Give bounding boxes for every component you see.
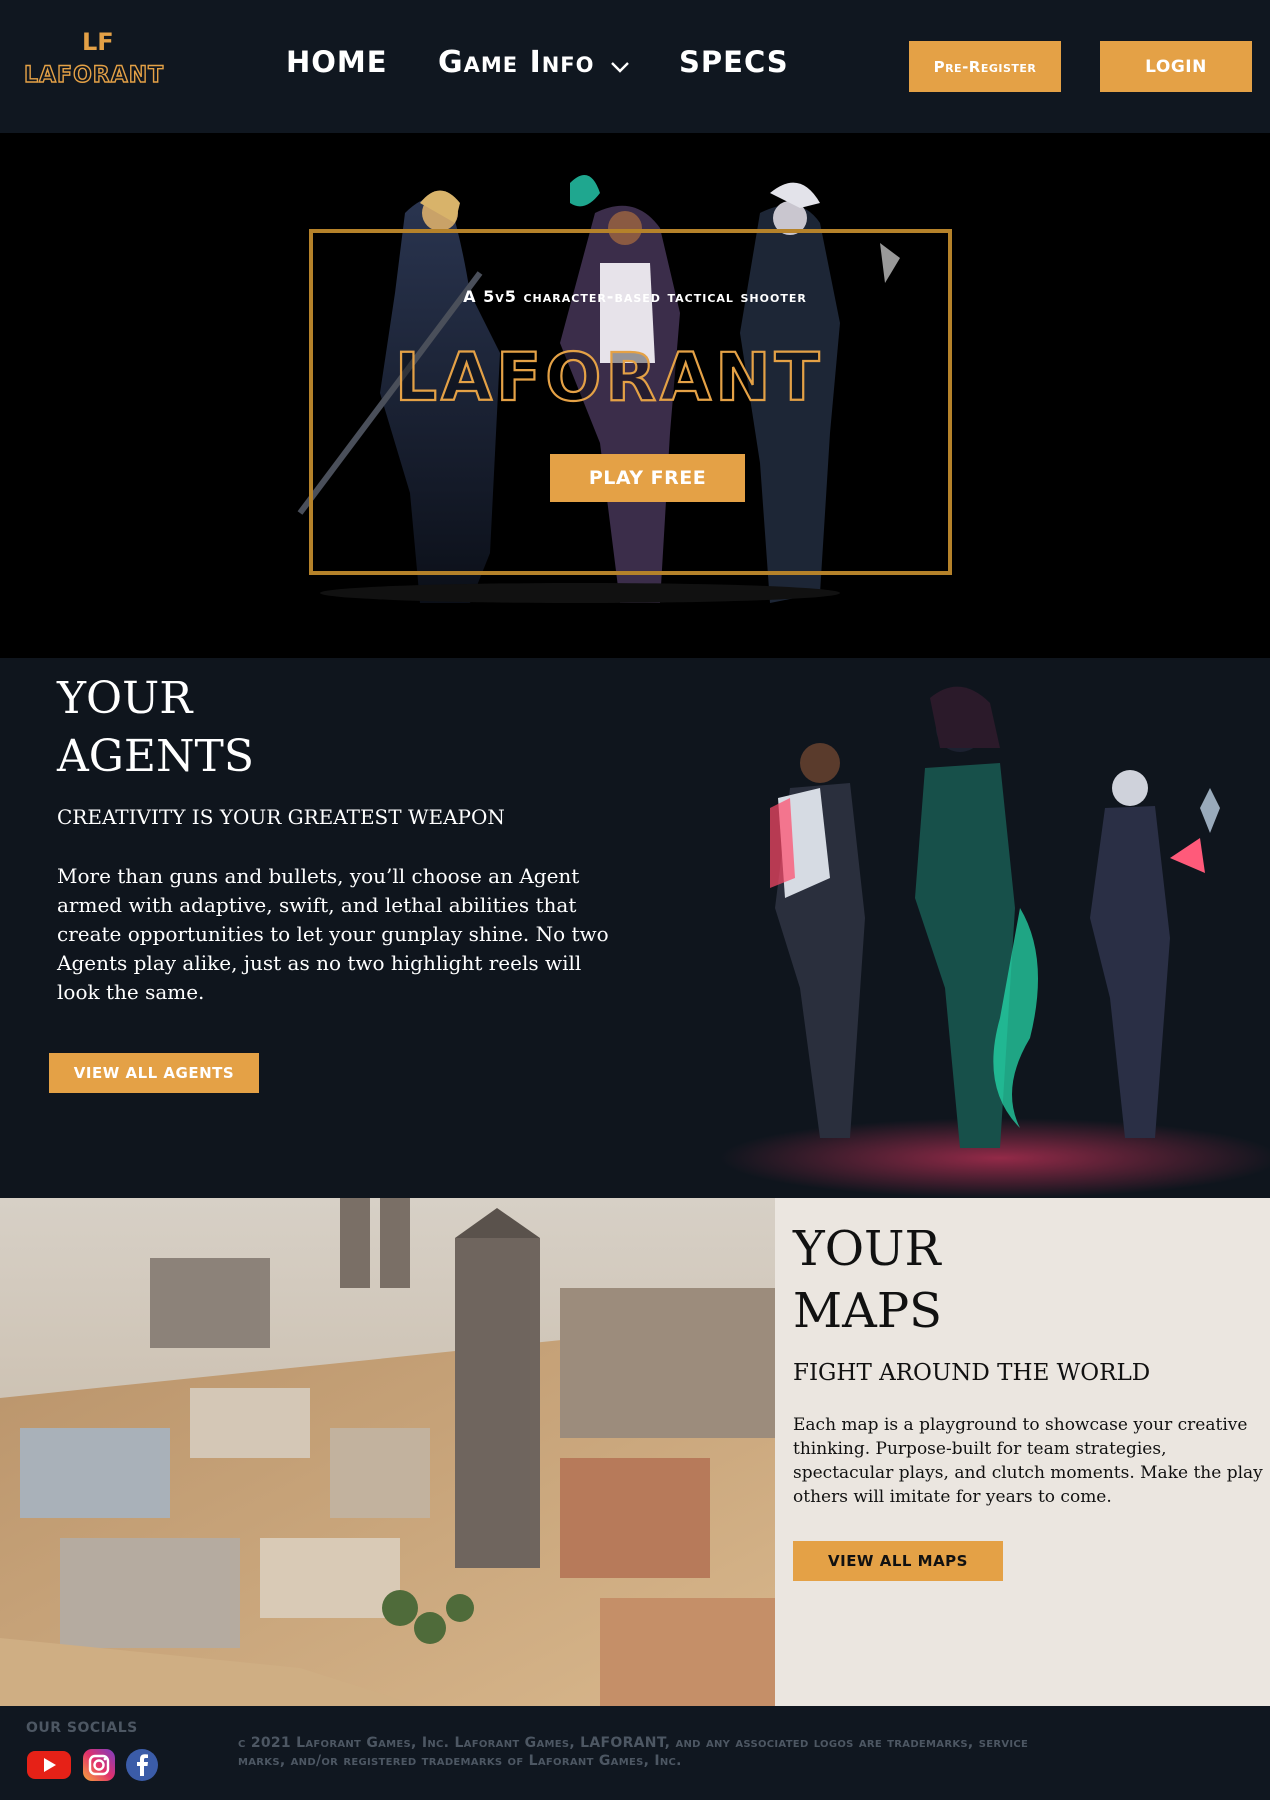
maps-description: Each map is a playground to showcase you… — [793, 1415, 1263, 1507]
maps-heading-line2: MAPS — [793, 1283, 942, 1339]
pre-register-button[interactable]: Pre-Register — [909, 41, 1061, 92]
svg-text:LF: LF — [82, 28, 114, 56]
agents-group-illustration — [720, 686, 1270, 1198]
maps-heading-line1: YOUR — [793, 1221, 941, 1277]
hero-title-text: LAFORANT — [395, 339, 823, 413]
play-free-button[interactable]: PLAY FREE — [550, 454, 745, 502]
facebook-icon[interactable] — [125, 1748, 159, 1782]
view-all-maps-button[interactable]: VIEW ALL MAPS — [793, 1541, 1003, 1581]
hero-tagline: A 5v5 character-based tactical shooter — [463, 287, 807, 306]
our-socials-label: OUR SOCIALS — [26, 1720, 138, 1736]
nav-home-link[interactable]: HOME — [286, 45, 388, 79]
instagram-icon[interactable] — [82, 1748, 116, 1782]
login-button[interactable]: LOGIN — [1100, 41, 1252, 92]
chevron-down-icon — [610, 46, 630, 81]
agents-heading-line1: YOUR — [57, 673, 193, 724]
nav-game-info-label: Game Info — [438, 45, 595, 80]
maps-subheading: FIGHT AROUND THE WORLD — [793, 1360, 1151, 1386]
hero-section: A 5v5 character-based tactical shooter L… — [0, 133, 1270, 658]
agents-subheading: CREATIVITY IS YOUR GREATEST WEAPON — [57, 805, 505, 829]
view-all-agents-button[interactable]: VIEW ALL AGENTS — [49, 1053, 259, 1093]
maps-section: YOUR MAPS FIGHT AROUND THE WORLD Each ma… — [0, 1198, 1270, 1706]
laforant-logo[interactable]: LF LAFORANT — [24, 28, 176, 88]
nav-game-info-dropdown[interactable]: Game Info — [438, 45, 630, 81]
agents-heading: YOUR AGENTS — [57, 670, 357, 786]
footer: OUR SOCIALS c 2021 Laforant Games, Inc. … — [0, 1706, 1270, 1800]
agents-heading-line2: AGENTS — [57, 731, 255, 782]
maps-heading: YOUR MAPS — [793, 1218, 942, 1342]
map-aerial-illustration — [0, 1198, 775, 1706]
copyright-notice: c 2021 Laforant Games, Inc. Laforant Gam… — [238, 1735, 1029, 1769]
nav-specs-link[interactable]: SPECS — [679, 45, 789, 79]
hero-title-wordmark: LAFORANT — [394, 338, 895, 417]
agents-description: More than guns and bullets, you’ll choos… — [57, 864, 609, 1004]
top-navigation-bar: LF LAFORANT HOME Game Info SPECS Pre-Reg… — [0, 0, 1270, 133]
youtube-icon[interactable] — [26, 1748, 72, 1782]
agents-section: YOUR AGENTS CREATIVITY IS YOUR GREATEST … — [0, 658, 1270, 1198]
svg-text:LAFORANT: LAFORANT — [24, 63, 164, 88]
